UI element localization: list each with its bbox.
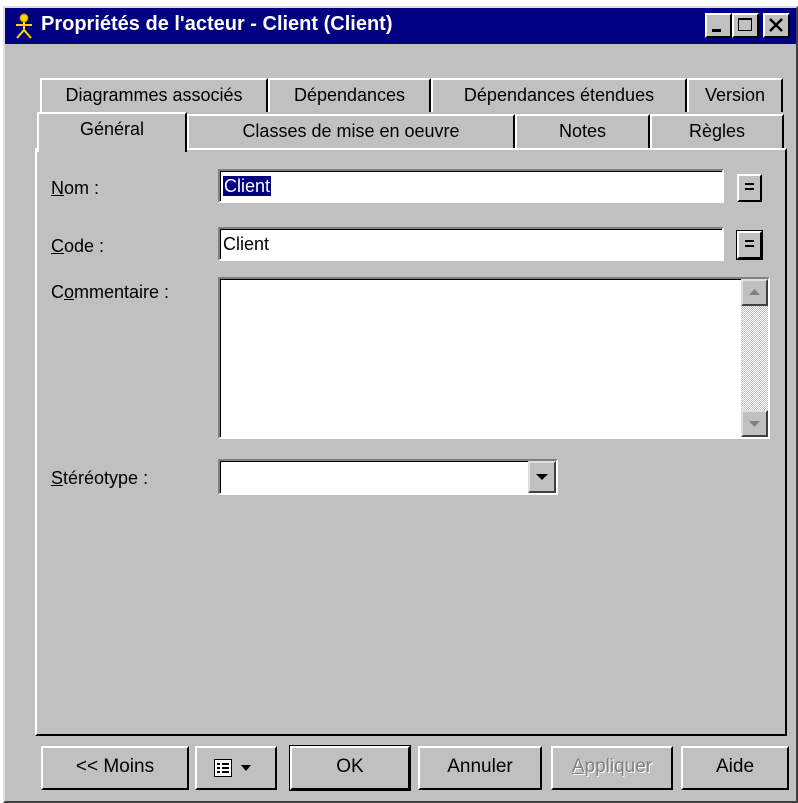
general-tab-panel: Nom : Client = Code : Client = Commentai… <box>35 148 787 736</box>
name-code-sync-button[interactable]: = <box>737 174 762 202</box>
list-menu-button[interactable] <box>195 746 277 790</box>
maximize-icon <box>738 18 752 31</box>
comment-label: Commentaire : <box>51 282 170 302</box>
scroll-up-button[interactable] <box>741 279 768 306</box>
tab-regles[interactable]: Règles <box>650 114 784 148</box>
code-label: Code : <box>51 236 105 256</box>
help-button[interactable]: Aide <box>681 746 789 790</box>
code-input[interactable]: Client <box>218 227 724 261</box>
less-button[interactable]: << Moins <box>41 746 189 790</box>
chevron-up-icon <box>749 289 760 295</box>
tab-version[interactable]: Version <box>687 78 783 112</box>
tab-classes-mise-en-oeuvre[interactable]: Classes de mise en oeuvre <box>187 114 515 148</box>
close-button[interactable] <box>763 13 790 38</box>
stereotype-select[interactable] <box>218 459 558 495</box>
code-name-sync-button[interactable]: = <box>737 231 762 259</box>
tab-notes[interactable]: Notes <box>515 114 650 148</box>
window-title: Propriétés de l'acteur - Client (Client) <box>41 13 393 35</box>
scroll-down-button[interactable] <box>741 410 768 437</box>
title-bar[interactable]: Propriétés de l'acteur - Client (Client) <box>5 8 796 44</box>
stereotype-dropdown-button[interactable] <box>528 461 556 493</box>
tab-dependances[interactable]: Dépendances <box>268 78 431 112</box>
tab-general[interactable]: Général <box>37 112 187 152</box>
name-label: Nom : <box>51 178 100 198</box>
minimize-icon <box>712 29 721 32</box>
name-input[interactable]: Client <box>218 169 724 203</box>
apply-button: Appliquer <box>551 746 673 790</box>
chevron-down-icon <box>749 421 760 427</box>
maximize-button[interactable] <box>732 13 759 38</box>
ok-button[interactable]: OK <box>290 746 410 790</box>
code-input-value: Client <box>223 234 270 254</box>
close-icon <box>769 18 783 32</box>
cancel-button[interactable]: Annuler <box>418 746 542 790</box>
actor-icon <box>16 13 32 39</box>
chevron-down-icon <box>536 474 548 480</box>
name-input-value: Client <box>223 176 272 196</box>
list-menu-icon <box>214 759 251 777</box>
stereotype-label: Stéréotype : <box>51 468 149 488</box>
comment-textarea[interactable] <box>218 277 770 439</box>
tab-diagrammes-associes[interactable]: Diagrammes associés <box>40 78 268 112</box>
comment-scrollbar[interactable] <box>741 279 768 437</box>
tab-dependances-etendues[interactable]: Dépendances étendues <box>431 78 687 112</box>
properties-dialog: Propriétés de l'acteur - Client (Client)… <box>3 6 798 803</box>
minimize-button[interactable] <box>705 13 732 38</box>
